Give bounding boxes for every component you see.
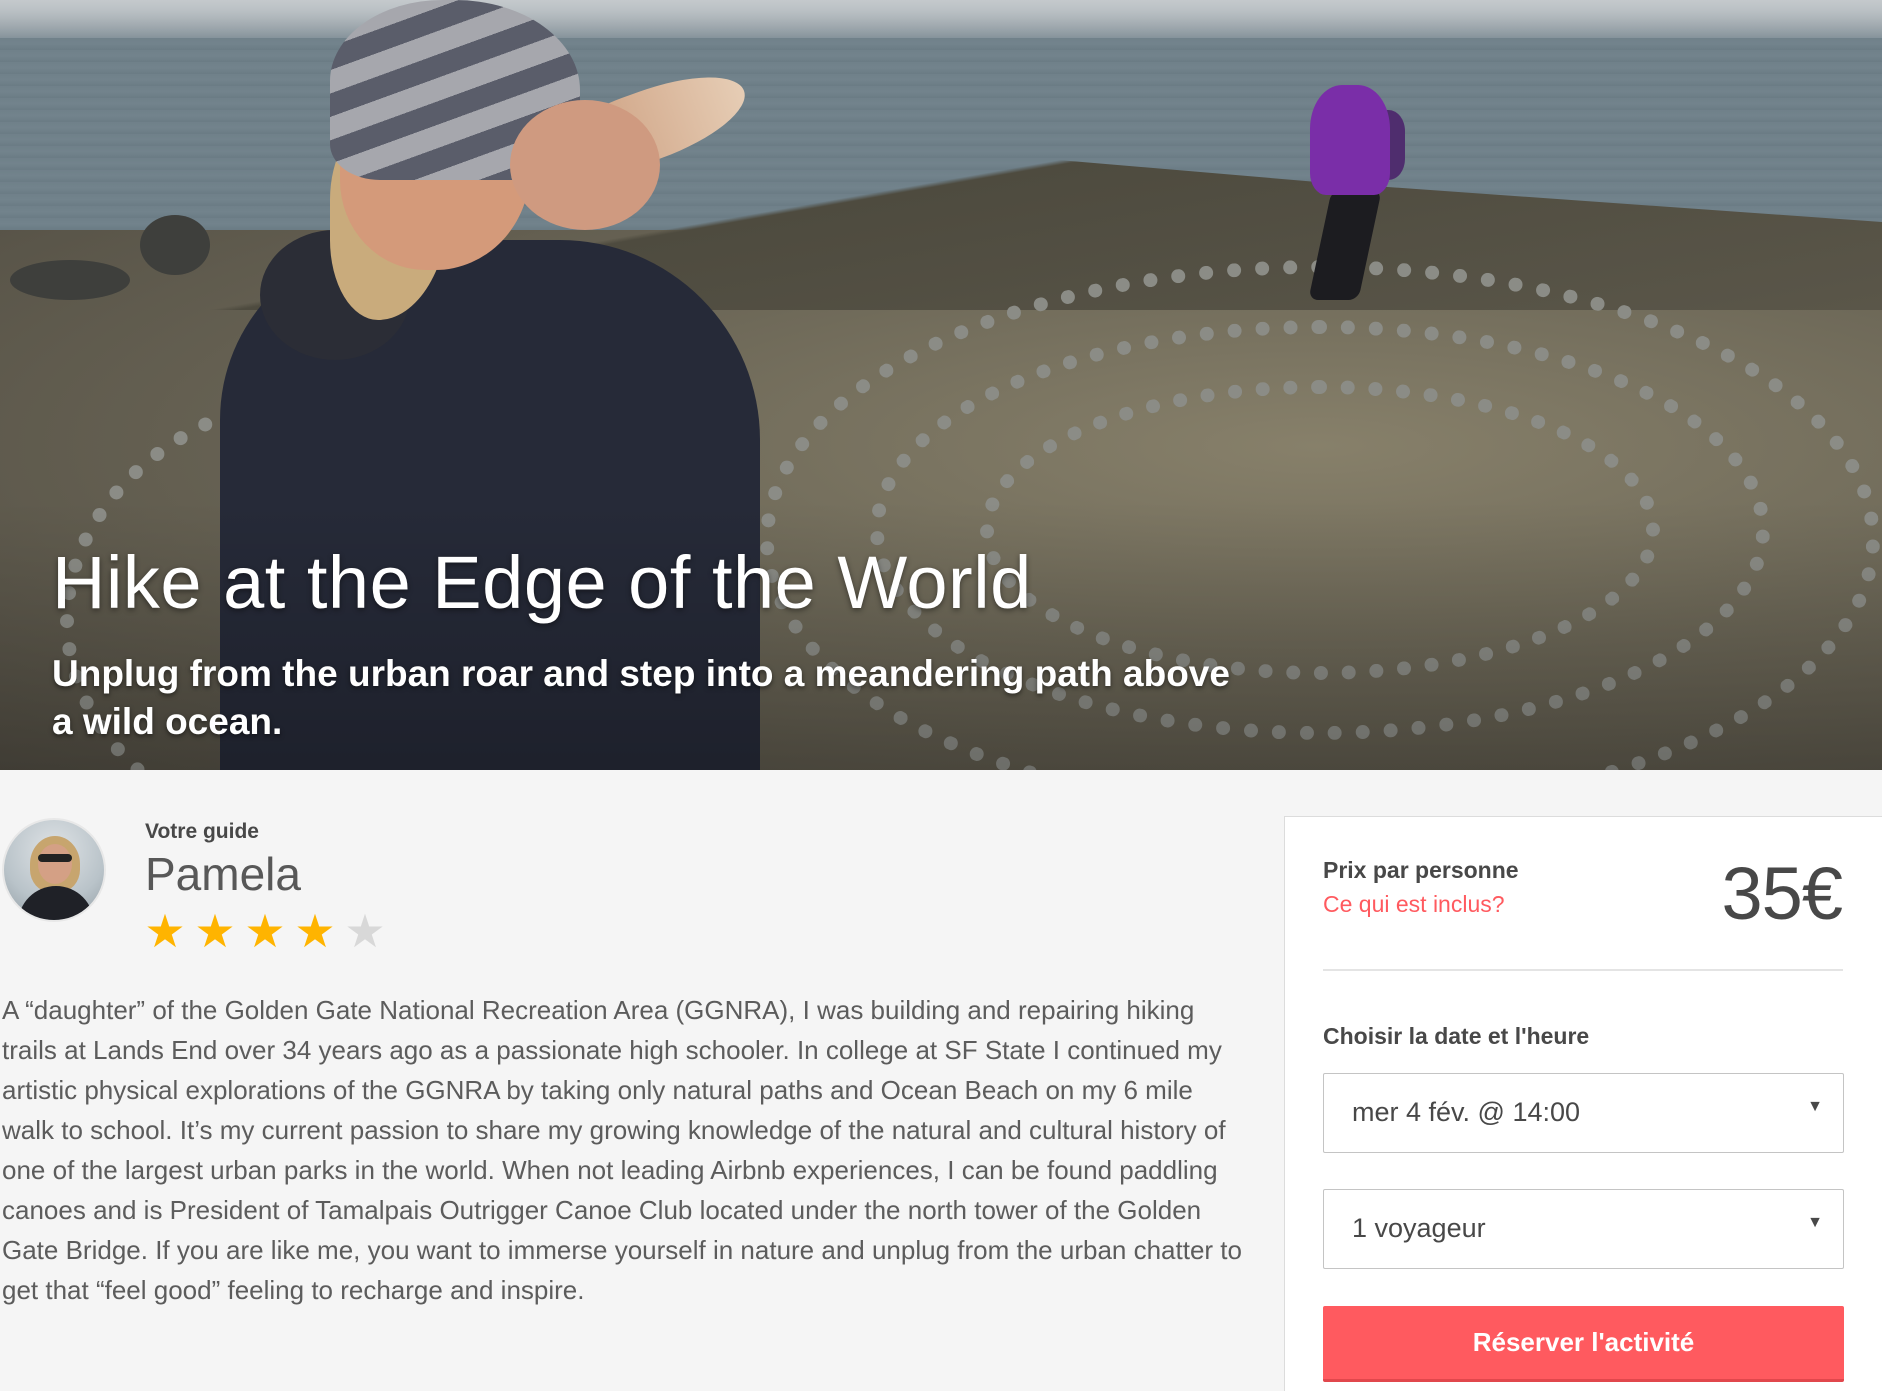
star-filled-icon: ★ <box>144 905 186 957</box>
hero-image: Hike at the Edge of the World Unplug fro… <box>0 0 1882 770</box>
guests-select-value: 1 voyageur <box>1352 1213 1486 1243</box>
chevron-down-icon: ▼ <box>1807 1098 1823 1115</box>
date-label: Choisir la date et l'heure <box>1323 1023 1590 1049</box>
price-label: Prix par personne <box>1323 857 1519 883</box>
divider <box>1323 969 1843 971</box>
star-filled-icon: ★ <box>194 905 236 957</box>
book-activity-button[interactable]: Réserver l'activité <box>1323 1306 1844 1382</box>
chevron-down-icon: ▼ <box>1807 1214 1823 1231</box>
hero-sea-rock <box>140 215 210 275</box>
price-value: 35€ <box>1721 852 1843 935</box>
guide-label: Votre guide <box>145 820 259 843</box>
hero-person-hiker <box>1290 65 1410 305</box>
star-empty-icon: ★ <box>344 905 386 957</box>
guide-name[interactable]: Pamela <box>145 847 301 901</box>
page-subtitle: Unplug from the urban roar and step into… <box>52 653 1230 742</box>
guide-rating: ★ ★ ★ ★ ★ <box>141 908 389 954</box>
hero-sea-rock <box>10 260 130 300</box>
date-select-value: mer 4 fév. @ 14:00 <box>1352 1097 1581 1127</box>
star-filled-icon: ★ <box>294 905 336 957</box>
guide-avatar[interactable] <box>2 818 106 922</box>
date-select[interactable]: mer 4 fév. @ 14:00 ▼ <box>1323 1073 1844 1153</box>
whats-included-link[interactable]: Ce qui est inclus? <box>1323 891 1505 918</box>
booking-card: Prix par personne Ce qui est inclus? 35€… <box>1284 816 1882 1391</box>
page-title: Hike at the Edge of the World <box>52 541 1032 624</box>
star-filled-icon: ★ <box>244 905 286 957</box>
guide-bio: A “daughter” of the Golden Gate National… <box>2 995 1242 1305</box>
guests-select[interactable]: 1 voyageur ▼ <box>1323 1189 1844 1269</box>
